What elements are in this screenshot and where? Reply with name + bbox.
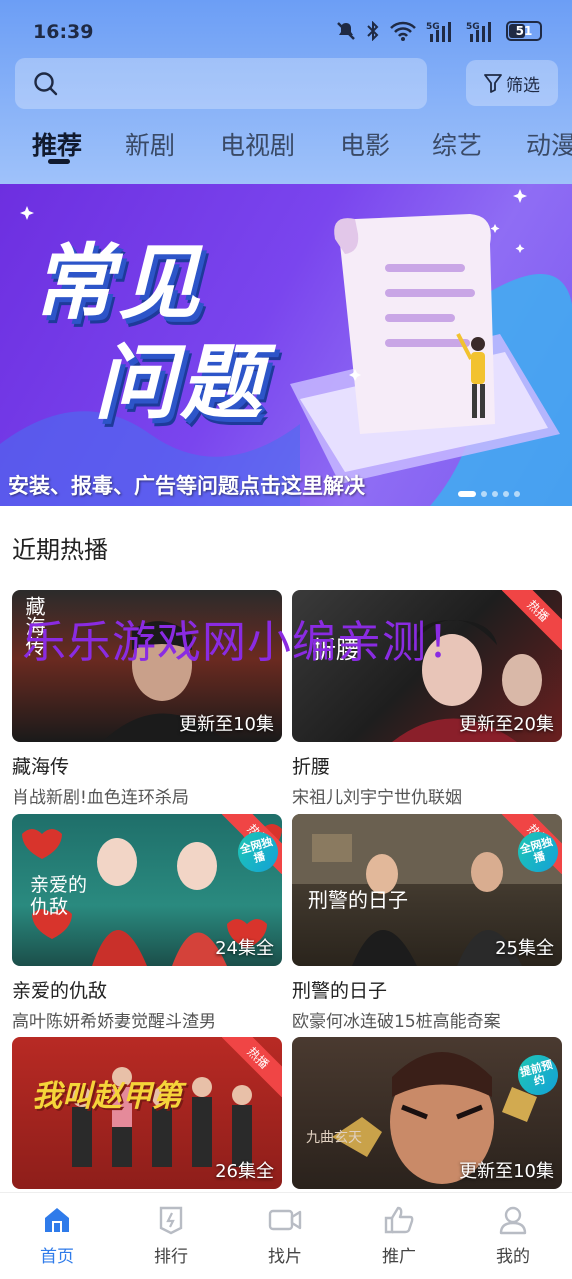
signal-5g-icon: 5G [426,22,451,42]
episode-badge: 更新至10集 [459,1161,554,1182]
card-title: 亲爱的仇敌 [12,980,108,1002]
poster-title-text: 九曲玄天 [306,1130,362,1146]
card-subtitle: 欧豪何冰连破15桩高能奇案 [292,1012,501,1032]
episode-badge: 26集全 [215,1161,274,1182]
section-title: 近期热播 [12,536,108,564]
nav-label: 我的 [496,1247,530,1267]
drama-card[interactable]: 九曲玄天 提前预约 更新至10集 [292,1037,562,1189]
nav-profile[interactable]: 我的 [456,1193,570,1279]
hot-ribbon: 热播 [502,590,562,650]
tab-tv-series[interactable]: 电视剧 [220,126,295,162]
poster-image: 刑警的日子 热播 全网独播 25集全 [292,814,562,966]
nav-promote[interactable]: 推广 [342,1193,456,1279]
drama-card[interactable]: 我叫赵甲第 热播 26集全 [12,1037,282,1189]
app-page: 16:39 5G 5G 51 筛选 推荐 新剧 电视剧 电影 综艺 动漫 常见 … [0,0,572,1279]
bluetooth-icon [367,21,379,41]
nav-label: 推广 [382,1247,416,1267]
bottom-nav: 首页 排行 找片 推广 我的 [0,1192,572,1279]
nav-label: 排行 [154,1247,188,1267]
battery-level: 51 [515,24,533,38]
nav-find-video[interactable]: 找片 [228,1193,342,1279]
video-camera-icon [268,1209,302,1231]
episode-badge: 更新至10集 [179,714,274,735]
tab-movie[interactable]: 电影 [340,126,390,162]
wifi-icon [390,21,416,41]
poster-image: 九曲玄天 提前预约 更新至10集 [292,1037,562,1189]
poster-title-text: 刑警的日子 [308,888,408,912]
battery-icon: 51 [506,21,542,41]
mute-bell-icon [337,22,355,40]
banner-caption: 安装、报毒、广告等问题点击这里解决 [8,474,365,498]
nav-ranking[interactable]: 排行 [114,1193,228,1279]
category-tabs: 推荐 新剧 电视剧 电影 综艺 动漫 [0,120,572,176]
tab-new-drama[interactable]: 新剧 [125,126,175,162]
status-bar: 16:39 5G 5G 51 [0,0,572,56]
filter-button[interactable]: 筛选 [466,60,558,106]
search-icon [34,72,58,96]
poster-title-text: 亲爱的仇敌 [30,874,88,918]
filter-icon [484,74,502,93]
filter-label: 筛选 [506,75,540,96]
home-icon [45,1208,69,1232]
search-input[interactable] [15,58,427,109]
signal-5g-icon-2: 5G [466,22,491,42]
card-title: 藏海传 [12,756,70,778]
banner-pagination [458,491,520,497]
hot-ribbon: 热播 [222,1037,282,1097]
header: 16:39 5G 5G 51 筛选 推荐 新剧 电视剧 电影 综艺 动漫 [0,0,572,184]
thumbs-up-icon [384,1206,414,1234]
tab-anime[interactable]: 动漫 [526,126,572,162]
tab-indicator [48,159,70,164]
card-subtitle: 高叶陈妍希娇妻觉醒斗渣男 [12,1012,216,1032]
episode-badge: 25集全 [495,938,554,959]
tab-recommend[interactable]: 推荐 [32,126,82,162]
drama-card[interactable]: 亲爱的仇敌 热播 全网独播 24集全 亲爱的仇敌 高叶陈妍希娇妻觉醒斗渣男 [12,814,282,1032]
watermark-text: 乐乐游戏网小编亲测！ [22,617,472,668]
status-time: 16:39 [33,21,94,43]
tab-variety[interactable]: 综艺 [432,126,482,162]
drama-card[interactable]: 刑警的日子 热播 全网独播 25集全 刑警的日子 欧豪何冰连破15桩高能奇案 [292,814,562,1032]
nav-label: 找片 [268,1247,302,1267]
banner-title-line1: 常见 [32,236,204,331]
banner-title-line2: 问题 [94,336,266,431]
nav-label: 首页 [40,1247,74,1267]
poster-title-text: 我叫赵甲第 [32,1079,182,1114]
status-icons: 5G 5G 51 [336,20,542,42]
card-subtitle: 宋祖儿刘宇宁世仇联姻 [292,788,462,808]
card-title: 折腰 [292,756,331,778]
banner-title: 常见 问题 [32,234,266,434]
ranking-icon [159,1206,183,1235]
poster-image: 亲爱的仇敌 热播 全网独播 24集全 [12,814,282,966]
episode-badge: 24集全 [215,938,274,959]
card-title: 刑警的日子 [292,980,388,1002]
faq-banner[interactable]: 常见 问题 安装、报毒、广告等问题点击这里解决 [0,184,572,506]
poster-image: 我叫赵甲第 热播 26集全 [12,1037,282,1189]
episode-badge: 更新至20集 [459,714,554,735]
user-icon [499,1206,527,1235]
card-subtitle: 肖战新剧!血色连环杀局 [12,788,189,808]
nav-home[interactable]: 首页 [0,1193,114,1279]
